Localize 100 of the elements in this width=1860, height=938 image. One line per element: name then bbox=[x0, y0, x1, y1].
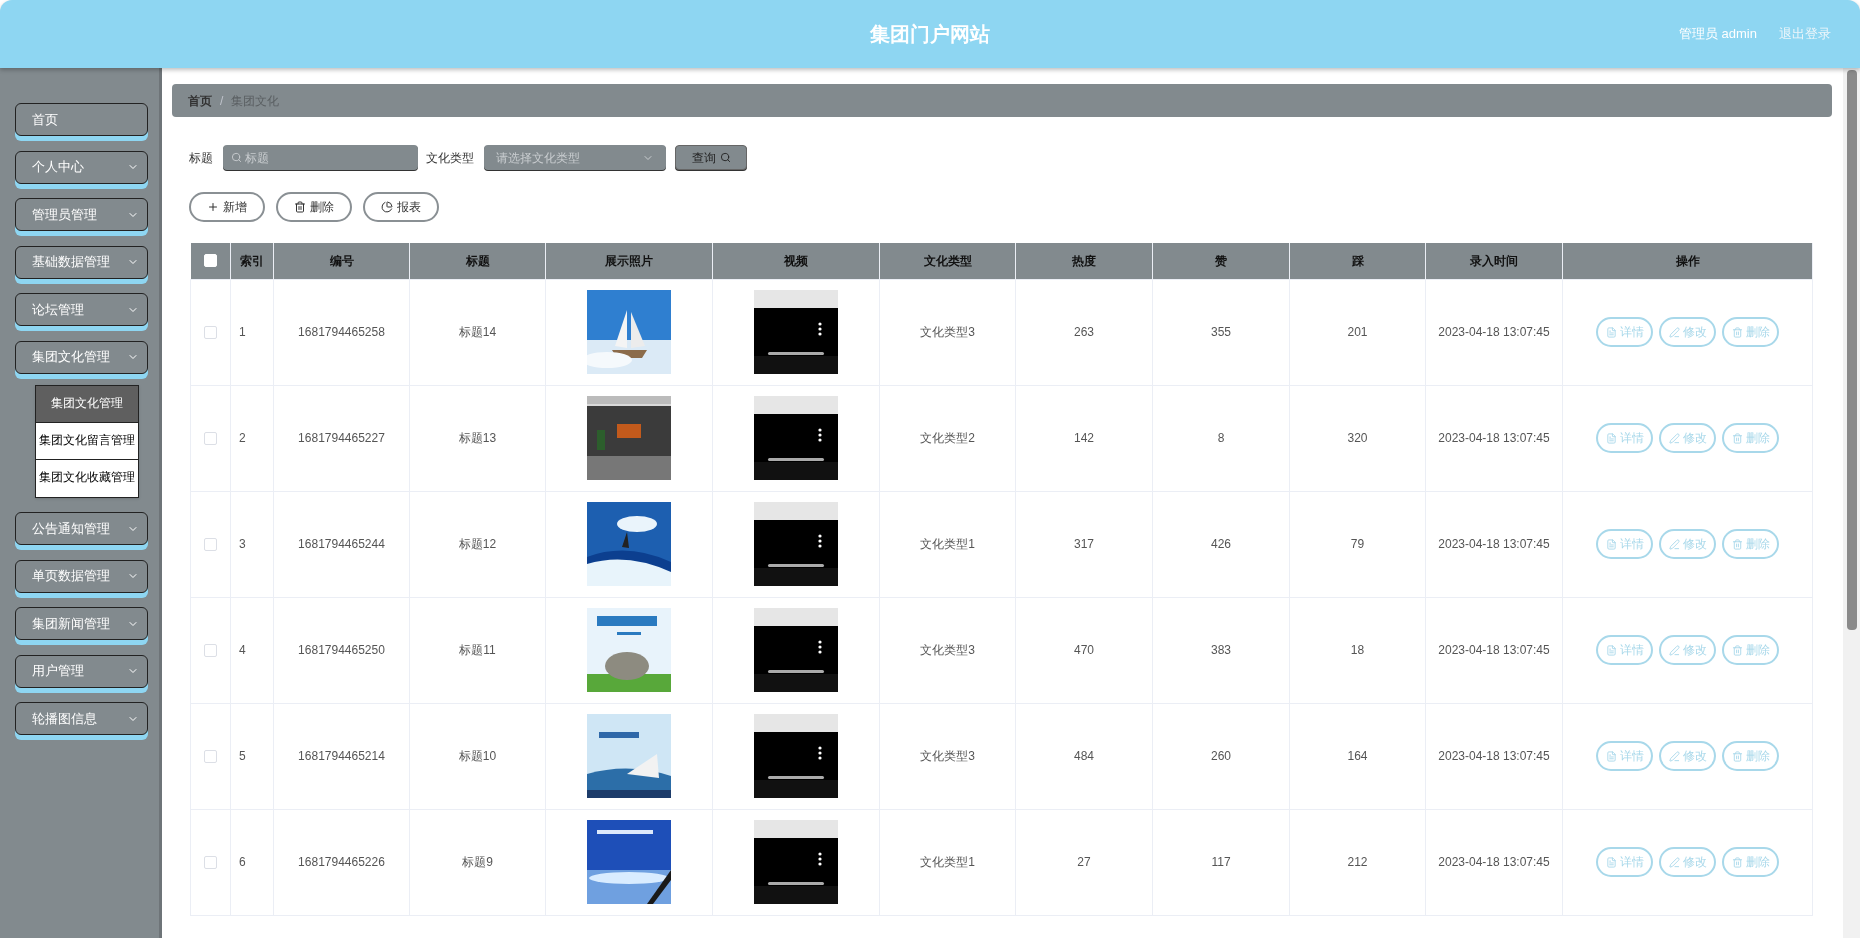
query-button[interactable]: 查询 bbox=[675, 145, 747, 170]
pencil-icon bbox=[1668, 750, 1680, 762]
row-action-button[interactable]: 修改 bbox=[1659, 317, 1716, 347]
submenu-item[interactable]: 集团文化留言管理 bbox=[35, 422, 138, 460]
pencil-icon bbox=[1668, 538, 1680, 550]
row-action-button[interactable]: 详情 bbox=[1596, 529, 1653, 559]
checkbox[interactable] bbox=[204, 855, 217, 869]
table-cell: 2023-04-18 13:07:45 bbox=[1438, 537, 1550, 551]
table-cell: 212 bbox=[1347, 855, 1368, 869]
checkbox[interactable] bbox=[204, 325, 217, 339]
row-action-button[interactable]: 详情 bbox=[1596, 635, 1653, 665]
toolbar-button[interactable]: 新增 bbox=[189, 192, 265, 222]
trash-icon bbox=[1731, 644, 1743, 656]
document-icon bbox=[1605, 750, 1617, 762]
toolbar-button[interactable]: 删除 bbox=[276, 192, 352, 222]
table-cell: 5 bbox=[239, 749, 246, 763]
table-cell: 2023-04-18 13:07:45 bbox=[1438, 431, 1550, 445]
table-cell: 1681794465258 bbox=[298, 325, 385, 339]
breadcrumb-link[interactable]: 首页 bbox=[188, 91, 212, 110]
row-action-button[interactable]: 删除 bbox=[1722, 847, 1779, 877]
table-cell: 2023-04-18 13:07:45 bbox=[1438, 749, 1550, 763]
table-cell: 320 bbox=[1347, 431, 1368, 445]
table-cell: 文化类型3 bbox=[920, 749, 975, 763]
table-cell: 201 bbox=[1347, 325, 1368, 339]
pie-chart-icon bbox=[381, 201, 393, 213]
trash-icon bbox=[294, 201, 306, 213]
table-cell: 6 bbox=[239, 855, 246, 869]
table-cell: 标题13 bbox=[458, 431, 497, 445]
table-cell: 18 bbox=[1350, 643, 1365, 657]
checkbox[interactable] bbox=[204, 537, 217, 551]
row-action-button[interactable]: 删除 bbox=[1722, 741, 1779, 771]
logout-link[interactable]: 退出登录 bbox=[1779, 24, 1831, 44]
checkbox[interactable] bbox=[204, 643, 217, 657]
table-cell: 标题12 bbox=[458, 537, 497, 551]
column-header: 视频 bbox=[712, 243, 880, 279]
trash-icon bbox=[1731, 856, 1743, 868]
pencil-icon bbox=[1668, 326, 1680, 338]
table-cell: 文化类型1 bbox=[920, 537, 975, 551]
document-icon bbox=[1605, 432, 1617, 444]
submenu-item[interactable]: 集团文化收藏管理 bbox=[35, 459, 138, 497]
type-select[interactable]: 请选择文化类型 bbox=[484, 145, 666, 170]
field-label: 文化类型 bbox=[426, 149, 474, 167]
table-cell: 文化类型3 bbox=[920, 325, 975, 339]
row-action-button[interactable]: 删除 bbox=[1722, 423, 1779, 453]
row-action-button[interactable]: 详情 bbox=[1596, 423, 1653, 453]
table-cell: 355 bbox=[1211, 325, 1231, 339]
table-cell: 标题14 bbox=[458, 325, 497, 339]
checkbox[interactable] bbox=[204, 431, 217, 445]
site-title: 集团门户网站 bbox=[870, 22, 990, 47]
row-action-button[interactable]: 修改 bbox=[1659, 529, 1716, 559]
table-cell: 79 bbox=[1350, 537, 1365, 551]
row-action-button[interactable]: 修改 bbox=[1659, 847, 1716, 877]
row-action-button[interactable]: 详情 bbox=[1596, 741, 1653, 771]
table-cell: 142 bbox=[1074, 431, 1094, 445]
table-cell: 164 bbox=[1347, 749, 1368, 763]
table-cell: 2 bbox=[239, 431, 246, 445]
table-cell: 383 bbox=[1211, 643, 1231, 657]
table-cell: 8 bbox=[1217, 431, 1225, 445]
column-header: 录入时间 bbox=[1425, 243, 1563, 279]
column-header: 文化类型 bbox=[879, 243, 1016, 279]
checkbox[interactable] bbox=[204, 749, 217, 763]
row-action-button[interactable]: 详情 bbox=[1596, 847, 1653, 877]
table-cell: 文化类型3 bbox=[920, 643, 975, 657]
row-action-button[interactable]: 修改 bbox=[1659, 423, 1716, 453]
breadcrumb-separator: / bbox=[220, 92, 224, 110]
row-action-button[interactable]: 删除 bbox=[1722, 635, 1779, 665]
table-cell: 文化类型2 bbox=[920, 431, 975, 445]
table-cell: 27 bbox=[1077, 855, 1091, 869]
trash-icon bbox=[1731, 326, 1743, 338]
table-cell: 标题9 bbox=[462, 855, 493, 869]
table-cell: 1681794465226 bbox=[298, 855, 385, 869]
trash-icon bbox=[1731, 538, 1743, 550]
submenu-item[interactable]: 集团文化管理 bbox=[35, 385, 138, 423]
row-action-button[interactable]: 删除 bbox=[1722, 317, 1779, 347]
column-header: 索引 bbox=[230, 243, 274, 279]
trash-icon bbox=[1731, 432, 1743, 444]
row-action-button[interactable]: 删除 bbox=[1722, 529, 1779, 559]
column-header: 赞 bbox=[1152, 243, 1290, 279]
document-icon bbox=[1605, 856, 1617, 868]
table-cell: 1681794465244 bbox=[298, 537, 385, 551]
title-search-field[interactable]: 标题 bbox=[223, 145, 418, 170]
table-cell: 117 bbox=[1211, 855, 1231, 869]
pencil-icon bbox=[1668, 856, 1680, 868]
table-cell: 260 bbox=[1211, 749, 1231, 763]
table-cell: 484 bbox=[1074, 749, 1094, 763]
toolbar-button[interactable]: 报表 bbox=[363, 192, 439, 222]
document-icon bbox=[1605, 538, 1617, 550]
table-cell: 标题10 bbox=[458, 749, 497, 763]
table-cell: 263 bbox=[1074, 325, 1094, 339]
column-header: 踩 bbox=[1289, 243, 1426, 279]
row-action-button[interactable]: 修改 bbox=[1659, 741, 1716, 771]
column-header: 展示照片 bbox=[545, 243, 713, 279]
row-action-button[interactable]: 修改 bbox=[1659, 635, 1716, 665]
user-label: 管理员 admin bbox=[1678, 25, 1757, 44]
trash-icon bbox=[1731, 750, 1743, 762]
table-cell: 2023-04-18 13:07:45 bbox=[1438, 643, 1550, 657]
table-cell: 1681794465227 bbox=[298, 431, 385, 445]
document-icon bbox=[1605, 326, 1617, 338]
pencil-icon bbox=[1668, 644, 1680, 656]
row-action-button[interactable]: 详情 bbox=[1596, 317, 1653, 347]
